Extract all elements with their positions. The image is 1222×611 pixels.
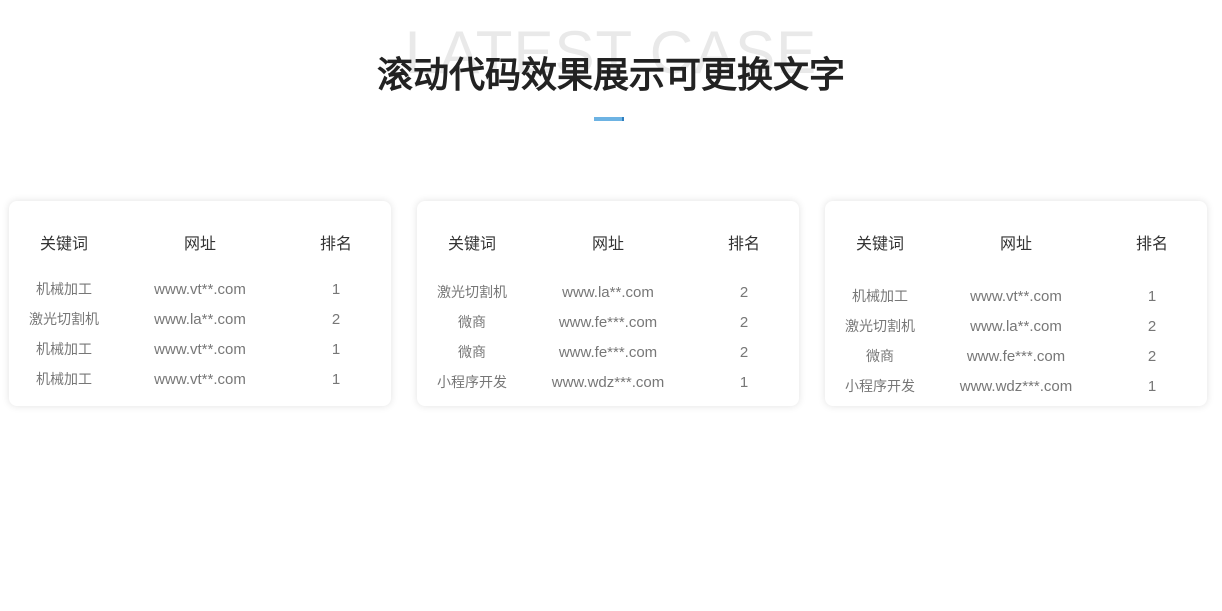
url-cell: www.wdz***.com (959, 378, 1073, 395)
keyword-cell: 微商 (458, 345, 486, 361)
page-title: 滚动代码效果展示可更换文字 (376, 55, 845, 96)
column-header-keyword: 关键词 (39, 234, 88, 253)
rank-cell: 1 (1147, 378, 1157, 395)
column-header-rank: 排名 (1135, 234, 1168, 253)
table-header: 关键词 网址 排名 (825, 229, 1207, 259)
table-row: 机械加工 www.vt**.com 1 (825, 282, 1207, 312)
keyword-cell: 机械加工 (36, 342, 92, 358)
table-row: 激光切割机 www.la**.com 2 (417, 278, 799, 308)
rank-cell: 1 (1147, 288, 1157, 305)
keyword-cell: 激光切割机 (845, 319, 915, 335)
rank-cell: 2 (739, 284, 749, 301)
url-cell: www.vt**.com (154, 371, 246, 388)
url-cell: www.fe***.com (558, 344, 658, 361)
url-cell: www.vt**.com (154, 281, 246, 298)
ranking-card-2: 关键词 网址 排名 激光切割机 www.la**.com 2 微商 www.fe… (417, 201, 799, 406)
url-cell: www.la**.com (154, 311, 246, 328)
rank-cell: 1 (331, 371, 341, 388)
keyword-cell: 小程序开发 (437, 375, 507, 391)
rank-cell: 2 (1147, 348, 1157, 365)
table-row: 激光切割机 www.la**.com 2 (825, 312, 1207, 342)
table-row: 机械加工 www.vt**.com 1 (9, 365, 391, 395)
rank-cell: 2 (331, 311, 341, 328)
rank-cell: 1 (331, 341, 341, 358)
table-row: 机械加工 www.vt**.com 1 (9, 275, 391, 305)
ranking-card-1: 关键词 网址 排名 机械加工 www.vt**.com 1 激光切割机 www.… (9, 201, 391, 406)
ranking-card-3: 关键词 网址 排名 机械加工 www.vt**.com 1 激光切割机 www.… (825, 201, 1207, 406)
column-header-rank: 排名 (727, 234, 760, 253)
rank-cell: 2 (1147, 318, 1157, 335)
rank-cell: 1 (739, 374, 749, 391)
keyword-cell: 机械加工 (852, 289, 908, 305)
rank-cell: 1 (331, 281, 341, 298)
keyword-cell: 激光切割机 (29, 312, 99, 328)
column-header-url: 网址 (999, 234, 1032, 253)
table-row: 机械加工 www.vt**.com 1 (9, 335, 391, 365)
table-header: 关键词 网址 排名 (9, 229, 391, 259)
column-header-keyword: 关键词 (855, 234, 904, 253)
column-header-keyword: 关键词 (447, 234, 496, 253)
title-underline (594, 117, 624, 121)
url-cell: www.fe***.com (966, 348, 1066, 365)
url-cell: www.wdz***.com (551, 374, 665, 391)
rank-cell: 2 (739, 314, 749, 331)
table-row: 微商 www.fe***.com 2 (417, 338, 799, 368)
table-row: 小程序开发 www.wdz***.com 1 (825, 372, 1207, 402)
table-row: 微商 www.fe***.com 2 (825, 342, 1207, 372)
keyword-cell: 机械加工 (36, 372, 92, 388)
section-header: LATEST CASE 滚动代码效果展示可更换文字 (0, 0, 1222, 140)
table-header: 关键词 网址 排名 (417, 229, 799, 259)
keyword-cell: 微商 (866, 349, 894, 365)
keyword-cell: 激光切割机 (437, 285, 507, 301)
keyword-cell: 小程序开发 (845, 379, 915, 395)
column-header-url: 网址 (591, 234, 624, 253)
table-row: 微商 www.fe***.com 2 (417, 308, 799, 338)
table-row: 小程序开发 www.wdz***.com 1 (417, 368, 799, 398)
url-cell: www.la**.com (970, 318, 1062, 335)
rank-cell: 2 (739, 344, 749, 361)
url-cell: www.vt**.com (154, 341, 246, 358)
url-cell: www.la**.com (562, 284, 654, 301)
keyword-cell: 微商 (458, 315, 486, 331)
url-cell: www.fe***.com (558, 314, 658, 331)
column-header-url: 网址 (183, 234, 216, 253)
page: LATEST CASE 滚动代码效果展示可更换文字 关键词 网址 排名 机械加工… (0, 0, 1222, 611)
table-row: 激光切割机 www.la**.com 2 (9, 305, 391, 335)
keyword-cell: 机械加工 (36, 282, 92, 298)
column-header-rank: 排名 (319, 234, 352, 253)
url-cell: www.vt**.com (970, 288, 1062, 305)
